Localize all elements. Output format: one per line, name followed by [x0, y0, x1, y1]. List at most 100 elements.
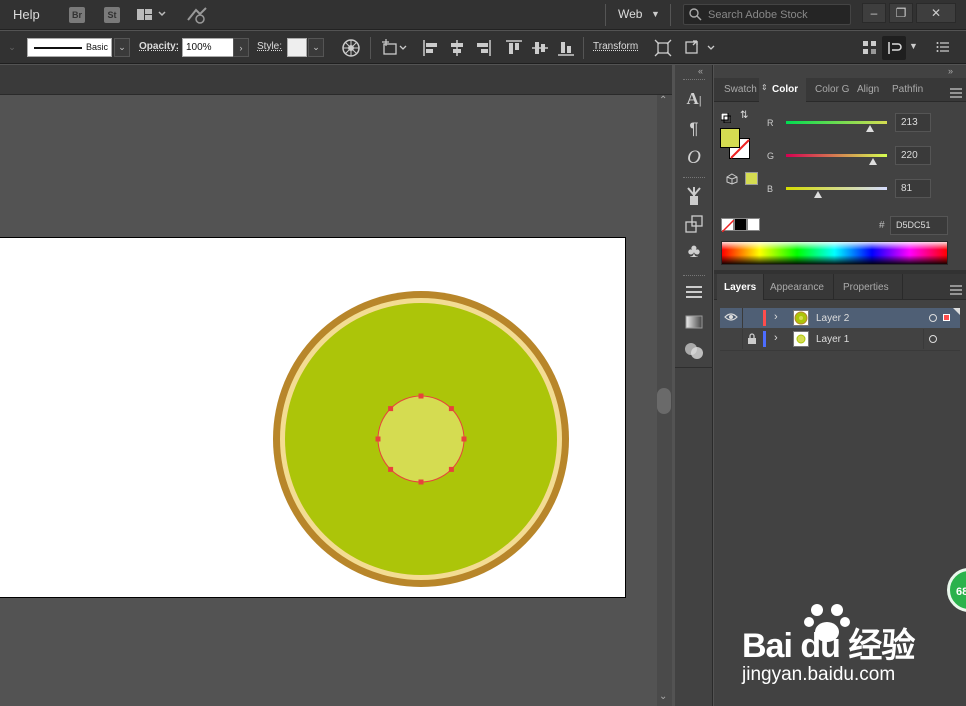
- tab-color[interactable]: Color: [772, 84, 798, 95]
- tab-options-icon[interactable]: ⇕: [761, 83, 768, 92]
- scroll-down-icon[interactable]: ⌄: [659, 691, 667, 702]
- anchor-point[interactable]: [448, 466, 454, 472]
- color-spectrum[interactable]: [721, 241, 948, 265]
- tab-swatches[interactable]: Swatch: [724, 84, 757, 95]
- puppet-warp-icon[interactable]: [684, 39, 720, 62]
- opacity-label[interactable]: Opacity:: [139, 41, 179, 52]
- out-of-web-gamut-icon[interactable]: [726, 172, 738, 190]
- none-swatch[interactable]: [721, 218, 735, 233]
- close-button[interactable]: ✕: [916, 3, 956, 23]
- panel-menu-icon[interactable]: [950, 85, 962, 103]
- anchor-point[interactable]: [448, 406, 454, 412]
- collapse-arrows-icon[interactable]: »: [948, 66, 953, 76]
- layer-row-1[interactable]: › Layer 1: [720, 329, 960, 349]
- layer-name[interactable]: Layer 2: [816, 313, 849, 324]
- stock-search-input[interactable]: Search Adobe Stock: [683, 4, 851, 25]
- lock-icon[interactable]: [747, 333, 757, 348]
- black-swatch[interactable]: [734, 218, 747, 231]
- chevron-down-icon[interactable]: ⌄: [114, 38, 130, 57]
- layer-row-2[interactable]: › Layer 2: [720, 308, 960, 328]
- channel-g-thumb[interactable]: [869, 158, 878, 165]
- tab-properties[interactable]: Properties: [843, 282, 889, 293]
- channel-r-slider[interactable]: [786, 121, 887, 124]
- tab-pathfinder[interactable]: Pathfin: [892, 84, 923, 95]
- chevron-right-icon[interactable]: ›: [774, 332, 778, 344]
- web-safe-color-swatch[interactable]: [745, 172, 758, 185]
- align-left-icon[interactable]: [422, 39, 440, 62]
- character-panel-icon[interactable]: A|: [675, 89, 713, 109]
- workspace-switcher[interactable]: Web: [618, 7, 642, 21]
- eye-icon[interactable]: [724, 311, 738, 326]
- stroke-panel-icon[interactable]: [685, 285, 703, 306]
- anchor-point[interactable]: [388, 466, 394, 472]
- align-horizontal-center-icon[interactable]: [448, 39, 466, 62]
- isolate-object-icon[interactable]: [654, 39, 672, 62]
- selection-indicator[interactable]: [943, 314, 950, 321]
- tab-color-guide[interactable]: Color G: [815, 84, 849, 95]
- anchor-point[interactable]: [418, 393, 424, 399]
- menu-help[interactable]: Help: [13, 7, 40, 22]
- chevron-down-icon[interactable]: ⌄: [308, 38, 324, 57]
- symbol-sprayer-icon[interactable]: [685, 186, 703, 211]
- scrollbar-thumb[interactable]: [657, 388, 671, 414]
- symbols-panel-icon[interactable]: ♣: [675, 241, 713, 263]
- align-right-icon[interactable]: [474, 39, 492, 62]
- channel-b-slider[interactable]: [786, 187, 887, 190]
- channel-b-thumb[interactable]: [814, 191, 823, 198]
- stock-button[interactable]: St: [104, 7, 120, 23]
- anchor-point[interactable]: [418, 479, 424, 485]
- transform-panel-icon[interactable]: [685, 215, 703, 238]
- layer-name[interactable]: Layer 1: [816, 334, 849, 345]
- opentype-panel-icon[interactable]: O: [675, 147, 713, 169]
- dock-grip[interactable]: [683, 79, 705, 81]
- channel-g-slider[interactable]: [786, 154, 887, 157]
- target-icon[interactable]: [929, 335, 937, 343]
- style-label[interactable]: Style:: [257, 41, 282, 52]
- collapse-arrows-icon[interactable]: «: [698, 66, 703, 76]
- arrange-icon[interactable]: [862, 39, 878, 62]
- transform-link[interactable]: Transform: [593, 41, 638, 52]
- graphic-style-swatch[interactable]: [287, 38, 307, 57]
- tab-appearance[interactable]: Appearance: [770, 282, 824, 293]
- recolor-artwork-icon[interactable]: [341, 38, 361, 63]
- channel-r-input[interactable]: 213: [895, 113, 931, 132]
- panel-menu-icon[interactable]: [950, 282, 962, 300]
- swap-fill-stroke-icon[interactable]: ⇅: [740, 110, 748, 121]
- channel-g-input[interactable]: 220: [895, 146, 931, 165]
- anchor-point[interactable]: [388, 406, 394, 412]
- default-fill-stroke-icon[interactable]: [720, 110, 732, 128]
- gradient-panel-icon[interactable]: [685, 314, 703, 335]
- paragraph-panel-icon[interactable]: ¶: [675, 119, 713, 139]
- chevron-right-icon[interactable]: ›: [233, 38, 249, 57]
- gpu-performance-icon[interactable]: [186, 6, 210, 29]
- target-icon[interactable]: [929, 314, 937, 322]
- scroll-up-icon[interactable]: ⌃: [659, 95, 667, 106]
- panel-toggle-button[interactable]: [882, 36, 906, 60]
- anchor-point[interactable]: [375, 436, 381, 442]
- bridge-button[interactable]: Br: [69, 7, 85, 23]
- anchor-point[interactable]: [461, 436, 467, 442]
- hex-input[interactable]: D5DC51: [890, 216, 948, 235]
- chevron-down-icon[interactable]: ⌄: [4, 38, 20, 57]
- align-vertical-center-icon[interactable]: [531, 39, 549, 62]
- dock-grip[interactable]: [683, 275, 705, 277]
- channel-r-thumb[interactable]: [866, 125, 875, 132]
- restore-button[interactable]: ❐: [889, 3, 913, 23]
- variable-width-profile-select[interactable]: Basic: [27, 38, 112, 57]
- align-to-icon[interactable]: [381, 38, 409, 63]
- minimize-button[interactable]: –: [862, 3, 886, 23]
- arrange-documents-icon[interactable]: [137, 8, 167, 27]
- transparency-panel-icon[interactable]: [684, 342, 704, 365]
- chevron-down-icon[interactable]: ▼: [651, 9, 660, 19]
- dock-grip[interactable]: [683, 177, 705, 179]
- opacity-input[interactable]: 100%: [182, 38, 234, 57]
- align-top-icon[interactable]: [505, 39, 523, 62]
- channel-b-input[interactable]: 81: [895, 179, 931, 198]
- controlbar-menu-icon[interactable]: [936, 40, 950, 59]
- fill-swatch[interactable]: [720, 128, 740, 148]
- tab-align[interactable]: Align: [857, 84, 879, 95]
- chevron-down-icon[interactable]: ▼: [909, 41, 918, 51]
- tab-layers[interactable]: Layers: [724, 282, 756, 293]
- align-bottom-icon[interactable]: [557, 39, 575, 62]
- chevron-right-icon[interactable]: ›: [774, 311, 778, 323]
